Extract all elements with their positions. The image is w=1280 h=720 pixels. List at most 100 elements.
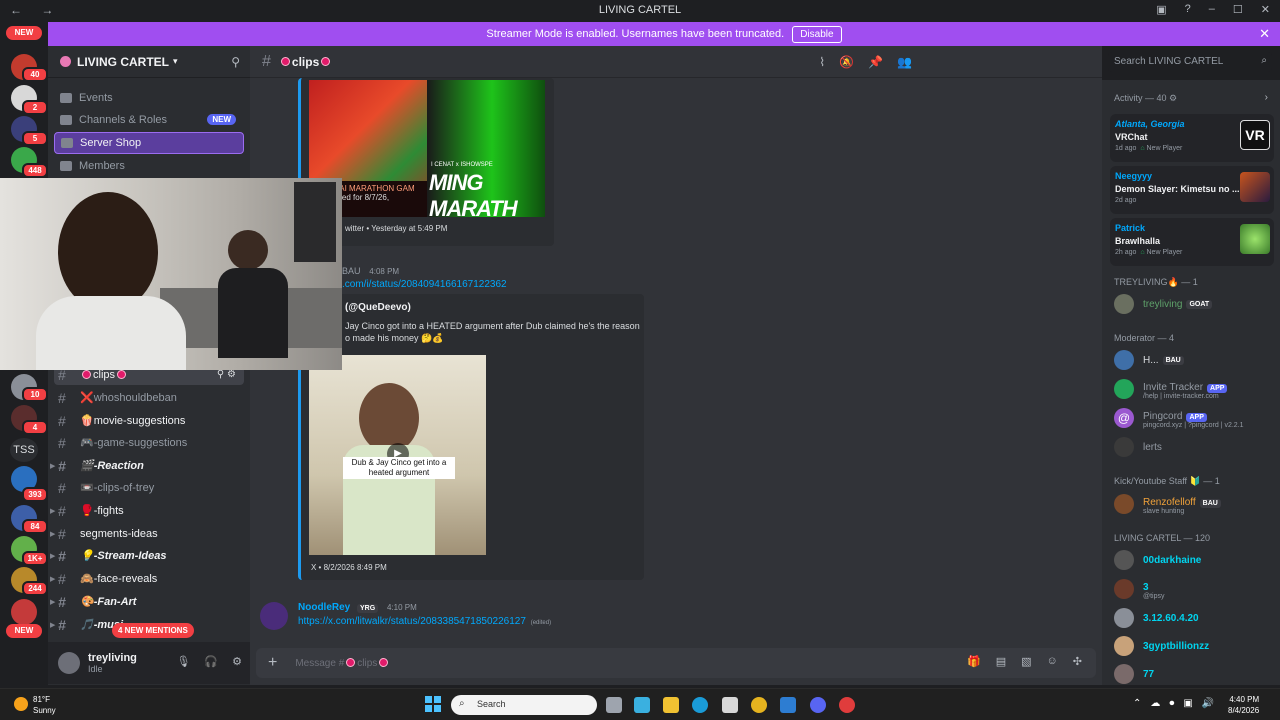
weather-widget[interactable]: 81°F Sunny: [33, 694, 56, 716]
member-row[interactable]: treyliving GOAT: [1114, 292, 1274, 316]
emoji-icon[interactable]: ☺: [1047, 655, 1058, 668]
mute-bell-icon[interactable]: 🔕: [839, 55, 854, 69]
message-link[interactable]: .com/i/status/2084094166167122362: [342, 279, 507, 290]
discord-icon[interactable]: [810, 697, 826, 713]
add-member-icon[interactable]: ⚲: [231, 55, 240, 69]
store-icon[interactable]: [722, 697, 738, 713]
clock[interactable]: 4:40 PM 8/4/2026: [1228, 694, 1259, 716]
calendar-icon: [60, 93, 72, 103]
server-name: LIVING CARTEL: [77, 54, 169, 69]
channel-face-reveals[interactable]: ▶ # 🙈 -face-reveals: [50, 568, 244, 589]
close-window-icon[interactable]: ✕: [1261, 3, 1270, 16]
member-row[interactable]: @ Pingcord APP pingcord.xyz | ?pingcord |…: [1114, 406, 1274, 430]
member-status: slave hunting: [1143, 507, 1185, 515]
channel-emoji: 🎬: [80, 460, 94, 472]
channels-roles-item[interactable]: Channels & Roles NEW: [54, 109, 244, 131]
gear-icon[interactable]: ⚙: [232, 655, 242, 668]
channel-segments-ideas[interactable]: ▶ # segments-ideas: [50, 523, 244, 544]
new-pill[interactable]: NEW: [6, 26, 42, 40]
channel-clips-of-trey[interactable]: # 📼 -clips-of-trey: [54, 477, 244, 498]
server-header[interactable]: LIVING CARTEL ▾ ⚲: [48, 46, 250, 78]
help-icon[interactable]: ?: [1185, 3, 1191, 16]
member-status: @tipsy: [1143, 592, 1165, 600]
photos-icon[interactable]: [780, 697, 796, 713]
channels-roles-label: Channels & Roles: [79, 114, 168, 126]
member-row[interactable]: H... BAU: [1114, 348, 1274, 372]
member-row[interactable]: 77: [1114, 662, 1274, 686]
member-name: 77: [1143, 668, 1155, 680]
windows-start-icon[interactable]: [425, 696, 441, 712]
headphones-icon[interactable]: 🎧: [204, 655, 218, 668]
embed-thumbnail-right[interactable]: I CENAT x ISHOWSPE MING MARATH: [427, 80, 545, 217]
member-row[interactable]: 3.12.60.4.20: [1114, 606, 1274, 630]
channel-stream-ideas[interactable]: ▶ # 💡 -Stream-Ideas: [50, 545, 244, 566]
app-icon[interactable]: [839, 697, 855, 713]
new-tag: NEW: [207, 114, 236, 125]
message-input[interactable]: + Message # clips 🎁 ▤ ▧ ☺ ✣: [256, 648, 1096, 678]
events-item[interactable]: Events: [54, 87, 244, 109]
close-banner-icon[interactable]: ✕: [1259, 26, 1270, 42]
channel-fights[interactable]: ▶ # 🥊 -fights: [50, 500, 244, 521]
activity-card[interactable]: Patrick Brawlhalla 2h ago ⌂ New Player: [1110, 218, 1274, 266]
server-icon-tss[interactable]: TSS: [10, 438, 38, 462]
taskbar-search[interactable]: ⌕ Search: [451, 695, 597, 715]
message-author[interactable]: NoodleRey: [298, 602, 350, 613]
vrchat-icon: VR: [1240, 120, 1270, 150]
embed-author[interactable]: (@QueDeevo): [345, 302, 411, 313]
channel-game-suggestions[interactable]: # 🎮 -game-suggestions: [54, 432, 244, 453]
gift-icon[interactable]: 🎁: [967, 655, 981, 668]
weather-icon[interactable]: [14, 697, 28, 711]
avatar[interactable]: [58, 652, 80, 674]
channel-settings-icon[interactable]: ⚲ ⚙: [217, 369, 236, 380]
channel-emoji: 🍿: [80, 415, 94, 427]
member-row[interactable]: 3 @tipsy: [1114, 577, 1274, 601]
chrome-icon[interactable]: [751, 697, 767, 713]
new-pill[interactable]: NEW: [6, 624, 42, 638]
channel-movie-suggestions[interactable]: # 🍿 movie-suggestions: [54, 410, 244, 431]
member-list-icon[interactable]: 👥: [897, 55, 912, 69]
member-row[interactable]: 00darkhaine: [1114, 548, 1274, 572]
task-view-icon[interactable]: [606, 697, 622, 713]
activity-card[interactable]: Neegyyy Demon Slayer: Kimetsu no ... 2d …: [1110, 166, 1274, 214]
system-tray-icons[interactable]: ⌃☁⏺▣🔊: [1133, 698, 1223, 709]
caret-icon: ▶: [50, 507, 56, 515]
new-mentions-pill[interactable]: 4 NEW MENTIONS: [112, 623, 194, 638]
threads-icon[interactable]: ⌇: [819, 55, 825, 69]
shop-icon: [61, 138, 73, 148]
message-link[interactable]: https://x.com/litwalkr/status/2083385471…: [298, 616, 526, 627]
file-explorer-icon[interactable]: [663, 697, 679, 713]
channel-reaction[interactable]: ▶ # 🎬 -Reaction: [50, 455, 244, 476]
maximize-icon[interactable]: ☐: [1233, 3, 1243, 16]
hash-icon: #: [58, 457, 66, 474]
member-row[interactable]: lerts: [1114, 435, 1274, 459]
message-author[interactable]: BAU: [342, 266, 361, 276]
member-row[interactable]: Renzofelloff BAU slave hunting: [1114, 492, 1274, 516]
pin-icon[interactable]: 📌: [868, 55, 883, 69]
disable-button[interactable]: Disable: [792, 25, 842, 43]
gif-icon[interactable]: ▤: [996, 655, 1006, 668]
members-item[interactable]: Members: [54, 155, 244, 177]
activity-card[interactable]: Atlanta, Georgia VRChat 1d ago ⌂ New Pla…: [1110, 114, 1274, 162]
video-thumbnail[interactable]: ▶ Dub & Jay Cinco get into a heated argu…: [309, 355, 486, 555]
edge-icon[interactable]: [692, 697, 708, 713]
hash-icon: #: [58, 616, 66, 633]
channel-whoshouldbeban[interactable]: # ❌ whoshouldbeban: [54, 387, 244, 408]
avatar[interactable]: [260, 602, 288, 630]
add-attachment-icon[interactable]: +: [268, 654, 277, 672]
member-row[interactable]: 3gyptbillionzz: [1114, 634, 1274, 658]
inbox-icon[interactable]: ▣: [1156, 3, 1166, 16]
hash-icon: #: [58, 502, 66, 519]
member-status: /help | invite-tracker.com: [1143, 392, 1219, 400]
chevron-right-icon[interactable]: ›: [1265, 92, 1268, 103]
member-row[interactable]: Invite Tracker APP /help | invite-tracker…: [1114, 377, 1274, 401]
server-icon[interactable]: [11, 599, 37, 625]
member-list: Activity — 40 ⚙ › Atlanta, Georgia VRCha…: [1102, 80, 1280, 685]
microphone-icon[interactable]: 🎙: [176, 655, 190, 668]
server-shop-item[interactable]: Server Shop: [54, 132, 244, 154]
sticker-icon[interactable]: ▧: [1021, 655, 1031, 668]
channel-fan-art[interactable]: ▶ # 🎨 -Fan-Art: [50, 591, 244, 612]
copilot-icon[interactable]: [634, 697, 650, 713]
minimize-icon[interactable]: –: [1209, 3, 1215, 16]
apps-icon[interactable]: ✣: [1073, 655, 1082, 668]
search-input[interactable]: Search LIVING CARTEL ⌕: [1108, 52, 1272, 72]
